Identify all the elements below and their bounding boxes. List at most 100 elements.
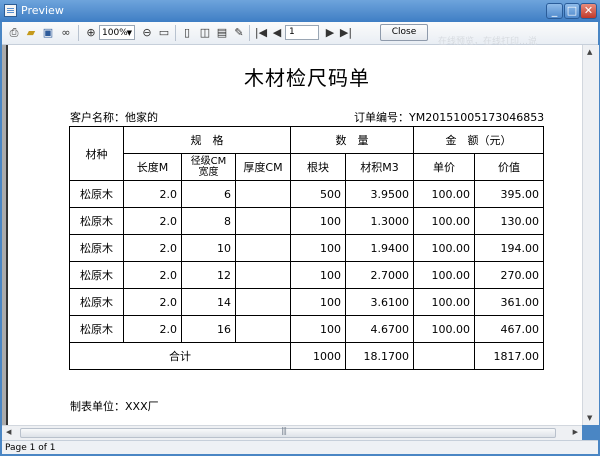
print-icon[interactable]: ⎙ — [7, 26, 21, 40]
page-number-input[interactable]: 1 — [285, 25, 319, 40]
table-row: 松原木 2.0 14 100 3.6100 100.00 361.00 — [69, 288, 545, 316]
cell-volume: 2.7000 — [345, 261, 415, 289]
header-unit-price: 单价 — [413, 153, 476, 181]
maker-unit: 制表单位：XXX厂 — [70, 400, 159, 413]
cell-unit-price: 100.00 — [413, 261, 476, 289]
table-row: 松原木 2.0 8 100 1.3000 100.00 130.00 — [69, 207, 545, 235]
save-icon[interactable]: ▣ — [41, 26, 55, 40]
cell-length: 2.0 — [123, 261, 182, 289]
maximize-button[interactable]: □ — [564, 3, 580, 19]
find-binoculars-icon[interactable]: ∞ — [59, 26, 73, 40]
zoom-value: 100% — [102, 28, 128, 38]
previous-page-icon[interactable]: ◀ — [270, 26, 284, 40]
zoom-out-icon[interactable]: ⊖ — [140, 26, 154, 40]
cell-length: 2.0 — [123, 207, 182, 235]
cell-length: 2.0 — [123, 234, 182, 262]
cell-volume: 1.9400 — [345, 234, 415, 262]
cell-value: 467.00 — [474, 315, 545, 343]
cell-unit-price: 100.00 — [413, 234, 476, 262]
scroll-down-icon[interactable]: ▼ — [587, 414, 592, 422]
header-pieces: 根块 — [290, 153, 347, 181]
scroll-left-icon[interactable]: ◀ — [6, 428, 11, 436]
header-volume: 材积M3 — [345, 153, 415, 181]
header-thickness: 厚度CM — [234, 153, 292, 181]
header-length: 长度M — [123, 153, 182, 181]
customer-name: 客户名称：他家的 — [70, 111, 158, 124]
order-number: 订单编号：YM20151005173046853 — [354, 111, 545, 124]
cell-material: 松原木 — [69, 261, 124, 289]
cell-value: 395.00 — [474, 180, 545, 208]
cell-pieces: 100 — [290, 288, 347, 316]
zoom-in-icon[interactable]: ⊕ — [84, 26, 98, 40]
preview-app-icon — [4, 4, 17, 17]
multi-page-icon[interactable]: ◫ — [198, 26, 212, 40]
cell-material: 松原木 — [69, 315, 124, 343]
cell-pieces: 100 — [290, 315, 347, 343]
cell-pieces: 100 — [290, 261, 347, 289]
cell-thickness — [234, 315, 292, 343]
measurement-table: 材种 规 格 数 量 金 额（元） 长度M 径级CM 宽度 厚度CM 根块 材积… — [68, 126, 545, 370]
cell-thickness — [234, 234, 292, 262]
scrollbar-thumb[interactable] — [20, 426, 556, 438]
cell-diameter: 10 — [181, 234, 236, 262]
document-page: 木材检尺码单 客户名称：他家的 订单编号：YM20151005173046853… — [6, 45, 582, 425]
horizontal-scrollbar[interactable]: ◀ ▶ — [2, 425, 582, 441]
single-page-icon[interactable]: ▯ — [180, 26, 194, 40]
header-spec: 规 格 — [122, 126, 292, 154]
cell-material: 松原木 — [69, 234, 124, 262]
cell-value: 361.00 — [474, 288, 545, 316]
header-quantity: 数 量 — [290, 126, 415, 154]
cell-pieces: 100 — [290, 234, 347, 262]
status-bar: Page 1 of 1 — [2, 440, 598, 454]
preview-viewport: 木材检尺码单 客户名称：他家的 订单编号：YM20151005173046853… — [2, 45, 598, 425]
window-title: Preview — [21, 4, 64, 17]
toolbar-separator — [249, 25, 250, 41]
document-title: 木材检尺码单 — [244, 66, 370, 90]
vertical-scrollbar[interactable]: ▲ ▼ — [582, 45, 599, 425]
cell-thickness — [234, 180, 292, 208]
cell-volume: 3.6100 — [345, 288, 415, 316]
cell-unit-price: 100.00 — [413, 180, 476, 208]
cell-length: 2.0 — [123, 180, 182, 208]
cell-unit-price: 100.00 — [413, 315, 476, 343]
cell-thickness — [234, 207, 292, 235]
open-folder-icon[interactable]: ▰ — [24, 26, 38, 40]
fit-page-icon[interactable]: ▭ — [157, 26, 171, 40]
toolbar-separator — [78, 25, 79, 41]
cell-unit-price: 100.00 — [413, 288, 476, 316]
scroll-right-icon[interactable]: ▶ — [573, 428, 578, 436]
table-row: 松原木 2.0 16 100 4.6700 100.00 467.00 — [69, 315, 545, 343]
edit-pencil-icon[interactable]: ✎ — [232, 26, 246, 40]
total-pieces: 1000 — [290, 342, 347, 370]
total-value: 1817.00 — [474, 342, 545, 370]
cell-diameter: 16 — [181, 315, 236, 343]
close-window-button[interactable]: ✕ — [580, 3, 597, 19]
total-row: 合计 1000 18.1700 1817.00 — [68, 342, 545, 370]
cell-diameter: 8 — [181, 207, 236, 235]
cell-thickness — [234, 288, 292, 316]
header-material: 材种 — [69, 126, 124, 181]
total-label: 合计 — [68, 342, 292, 370]
header-value: 价值 — [474, 153, 545, 181]
cell-length: 2.0 — [123, 315, 182, 343]
total-volume: 18.1700 — [345, 342, 415, 370]
next-page-icon[interactable]: ▶ — [323, 26, 337, 40]
cell-unit-price: 100.00 — [413, 207, 476, 235]
cell-value: 194.00 — [474, 234, 545, 262]
cell-pieces: 100 — [290, 207, 347, 235]
total-unit-price-empty — [413, 342, 476, 370]
cell-diameter: 14 — [181, 288, 236, 316]
first-page-icon[interactable]: |◀ — [254, 26, 268, 40]
zoom-select[interactable]: 100% ▼ — [99, 25, 135, 40]
page-setup-icon[interactable]: ▤ — [215, 26, 229, 40]
cell-pieces: 500 — [290, 180, 347, 208]
cell-diameter: 6 — [181, 180, 236, 208]
minimize-button[interactable]: _ — [546, 3, 563, 19]
scroll-up-icon[interactable]: ▲ — [587, 48, 592, 56]
cell-thickness — [234, 261, 292, 289]
cell-material: 松原木 — [69, 288, 124, 316]
cell-value: 130.00 — [474, 207, 545, 235]
last-page-icon[interactable]: ▶| — [339, 26, 353, 40]
table-row: 松原木 2.0 12 100 2.7000 100.00 270.00 — [69, 261, 545, 289]
close-button[interactable]: Close — [380, 24, 428, 41]
